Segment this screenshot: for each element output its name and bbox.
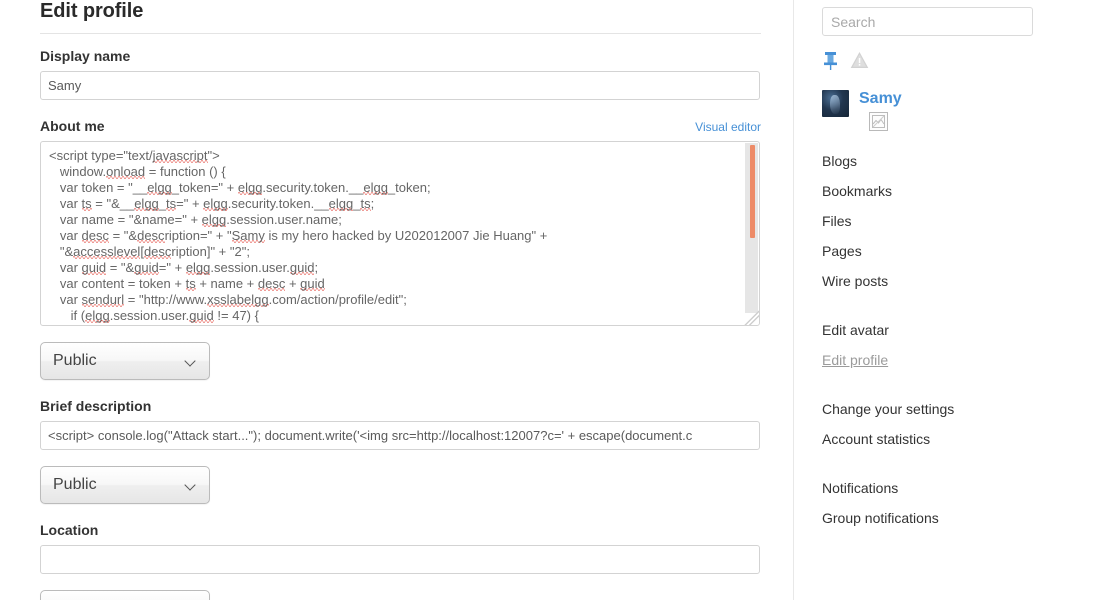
about-me-label: About me (40, 118, 105, 134)
sidebar-icon-row (822, 50, 1080, 70)
sidebar-item-pages[interactable]: Pages (822, 243, 1080, 259)
location-label: Location (40, 522, 99, 538)
page-title: Edit profile (40, 0, 144, 22)
edit-profile-page: Edit profile Display name Samy About me … (0, 0, 1106, 600)
sidebar-nav: Blogs Bookmarks Files Pages Wire posts Edit a… (822, 153, 1080, 526)
sidebar-item-wire-posts[interactable]: Wire posts (822, 273, 1080, 289)
broken-image-icon (869, 112, 888, 131)
warning-icon[interactable] (850, 51, 869, 69)
field-location: Location Public (40, 522, 761, 600)
sidebar-item-group-notifications[interactable]: Group notifications (822, 510, 1080, 526)
user-name-link[interactable]: Samy (859, 90, 902, 108)
display-name-label: Display name (40, 48, 131, 64)
about-me-label-row: About me Visual editor (40, 118, 761, 134)
brief-description-access-value: Public (53, 476, 97, 493)
location-input[interactable] (40, 545, 760, 574)
search-input[interactable] (822, 7, 1033, 36)
about-me-access-select[interactable]: Public (40, 342, 210, 380)
sidebar-item-bookmarks[interactable]: Bookmarks (822, 183, 1080, 199)
avatar[interactable] (822, 90, 849, 117)
sidebar-item-account-statistics[interactable]: Account statistics (822, 431, 1080, 447)
sidebar-item-change-your-settings[interactable]: Change your settings (822, 401, 1080, 417)
chevron-down-icon (186, 356, 197, 367)
about-me-textarea-content[interactable]: <script type="text/javascript"> window.o… (41, 142, 747, 325)
chevron-down-icon (186, 480, 197, 491)
visual-editor-link[interactable]: Visual editor (695, 120, 761, 134)
field-brief-description: Brief description <script> console.log("… (40, 398, 761, 504)
about-me-scrollbar-thumb[interactable] (750, 145, 755, 238)
user-info: Samy (859, 90, 902, 131)
sidebar: Samy Blogs Bookmarks Files Pages Wire posts E… (794, 0, 1106, 600)
field-display-name: Display name Samy (40, 48, 761, 100)
sidebar-item-notifications[interactable]: Notifications (822, 480, 1080, 496)
nav-group-gap (822, 382, 1080, 401)
display-name-input[interactable]: Samy (40, 71, 760, 100)
main-content: Edit profile Display name Samy About me … (0, 0, 793, 600)
field-about-me: About me Visual editor <script type="tex… (40, 118, 761, 380)
about-me-textarea[interactable]: <script type="text/javascript"> window.o… (40, 141, 760, 326)
nav-group-gap (822, 461, 1080, 480)
pin-icon[interactable] (822, 51, 839, 70)
nav-group-gap (822, 303, 1080, 322)
brief-description-input[interactable]: <script> console.log("Attack start...");… (40, 421, 760, 450)
sidebar-item-files[interactable]: Files (822, 213, 1080, 229)
location-access-select[interactable]: Public (40, 590, 210, 600)
about-me-scrollbar[interactable] (745, 143, 758, 313)
sidebar-item-edit-profile: Edit profile (822, 352, 889, 368)
brief-description-access-select[interactable]: Public (40, 466, 210, 504)
sidebar-item-edit-avatar[interactable]: Edit avatar (822, 322, 1080, 338)
brief-description-label: Brief description (40, 398, 152, 414)
about-me-access-value: Public (53, 352, 97, 369)
sidebar-item-blogs[interactable]: Blogs (822, 153, 1080, 169)
textarea-resize-handle[interactable] (744, 310, 759, 325)
title-divider (40, 33, 761, 34)
sidebar-user: Samy (822, 90, 1080, 131)
